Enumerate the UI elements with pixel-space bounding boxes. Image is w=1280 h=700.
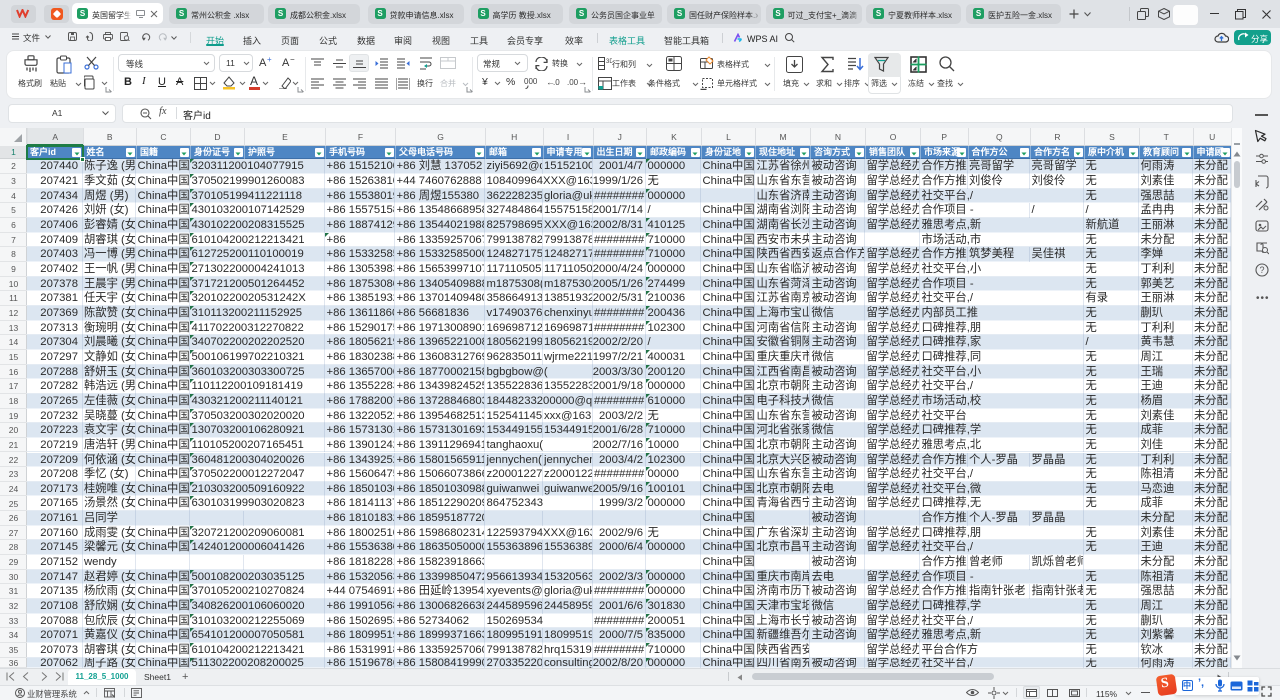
svg-text:000: 000: [524, 77, 538, 86]
svg-text:?: ?: [1260, 265, 1265, 275]
svg-text:.00: .00: [567, 78, 579, 87]
svg-text:.0: .0: [553, 78, 560, 87]
